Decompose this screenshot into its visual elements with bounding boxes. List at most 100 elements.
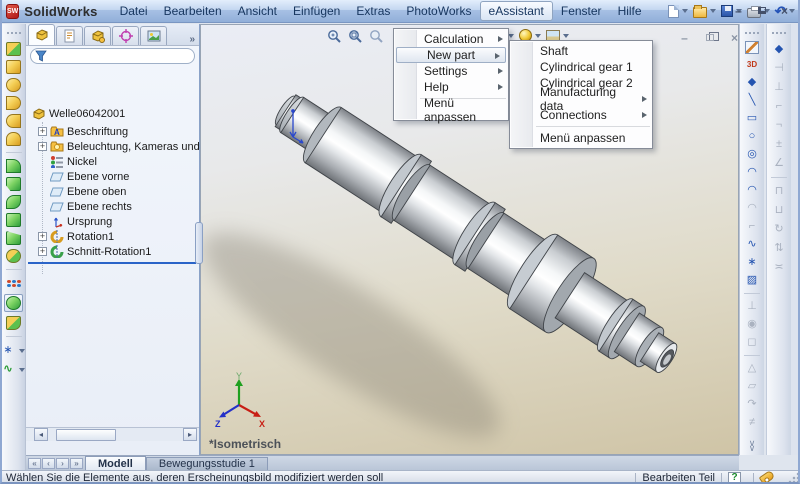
lofted-boss-icon[interactable]	[6, 96, 21, 110]
tab-nav-prev-icon[interactable]: ‹	[42, 458, 55, 469]
menu-item-menue-anpassen[interactable]: Menü anpassen	[394, 102, 508, 118]
tab-configurationmanager[interactable]	[84, 26, 111, 45]
dome-icon[interactable]	[6, 132, 21, 146]
toolbar-more-icon[interactable]: ∨∨	[749, 441, 756, 451]
rectangle-icon[interactable]: ▭	[744, 111, 761, 126]
menu-item-settings[interactable]: Settings	[394, 63, 508, 79]
submenu-item-menue-anpassen[interactable]: Menü anpassen	[510, 130, 652, 146]
scroll-left-icon[interactable]: ◂	[34, 428, 48, 441]
sketch-icon[interactable]	[745, 41, 759, 54]
tab-displaymanager[interactable]	[140, 26, 167, 45]
vertical-ordinate-icon[interactable]: ∠	[771, 156, 788, 171]
quick-tips-help-icon[interactable]: ?	[728, 472, 741, 484]
chamfer-dimension-icon[interactable]: ⊓	[771, 184, 788, 199]
smart-dimension-icon[interactable]: ◆	[744, 75, 761, 90]
menu-extras[interactable]: Extras	[348, 2, 398, 20]
expand-icon[interactable]: +	[38, 142, 47, 151]
3point-arc-icon[interactable]: ◠	[744, 201, 761, 216]
restore-button[interactable]	[754, 4, 769, 17]
mirror-entities-icon[interactable]: ◻	[744, 335, 761, 350]
tree-item-ebene-oben[interactable]: Ebene oben	[26, 184, 199, 199]
tab-nav-first-icon[interactable]: «	[28, 458, 41, 469]
menu-item-new-part[interactable]: New part	[396, 47, 506, 63]
menu-fenster[interactable]: Fenster	[553, 2, 610, 20]
appearance-dropdown-icon[interactable]	[535, 34, 541, 38]
line-icon[interactable]: ╲	[744, 93, 761, 108]
boundary-boss-icon[interactable]	[6, 114, 21, 128]
panel-tabs-overflow[interactable]: »	[189, 34, 195, 45]
menu-einfuegen[interactable]: Einfügen	[285, 2, 348, 20]
angle-dimension-icon[interactable]: ⊔	[771, 203, 788, 218]
submenu-item-connections[interactable]: Connections	[510, 107, 652, 123]
tree-item-ursprung[interactable]: Ursprung	[26, 214, 199, 229]
perimeter-circle-icon[interactable]: ◎	[744, 147, 761, 162]
submenu-item-manufacturing-data[interactable]: Manufacturing data	[510, 91, 652, 107]
reference-geometry-group[interactable]: ∗	[0, 343, 28, 358]
tangent-arc-icon[interactable]: ◠	[744, 183, 761, 198]
point-icon[interactable]: ∗	[744, 255, 761, 270]
appearance-tag-icon[interactable]	[759, 470, 776, 484]
tree-item-schnitt-rotation1[interactable]: + Schnitt-Rotation1	[26, 244, 199, 259]
tree-item-beleuchtung[interactable]: + Beleuchtung, Kameras und Büh	[26, 139, 199, 154]
sketch-fillet-icon[interactable]: ⌐	[744, 219, 761, 234]
tree-item-ebene-vorne[interactable]: Ebene vorne	[26, 169, 199, 184]
minimize-button[interactable]: –	[731, 4, 746, 17]
swept-cut-icon[interactable]	[6, 195, 21, 209]
add-relation-icon[interactable]: ⊥	[744, 299, 761, 314]
resize-grip[interactable]	[788, 472, 800, 484]
display-relations-icon[interactable]: ◉	[744, 317, 761, 332]
revolved-boss-icon[interactable]	[6, 60, 21, 74]
offset-entities-icon[interactable]: ↷	[744, 397, 761, 412]
tree-filter-input[interactable]	[30, 48, 195, 64]
tab-dimxpertmanager[interactable]	[112, 26, 139, 45]
menu-eassistant[interactable]: eAssistant	[480, 1, 553, 21]
chamfer-icon[interactable]	[6, 177, 21, 191]
fillet-icon[interactable]	[6, 159, 21, 173]
tree-item-rotation1[interactable]: + Rotation1	[26, 229, 199, 244]
tab-nav-last-icon[interactable]: »	[70, 458, 83, 469]
new-document-icon[interactable]	[668, 5, 679, 18]
ordinate-dimension-icon[interactable]: ¬	[771, 118, 788, 133]
tab-modell[interactable]: Modell	[85, 456, 146, 470]
close-button[interactable]: ×	[777, 4, 792, 17]
tab-propertymanager[interactable]	[56, 26, 83, 45]
open-dropdown-icon[interactable]	[710, 9, 716, 13]
horizontal-ordinate-icon[interactable]: ±	[771, 137, 788, 152]
menu-item-calculation[interactable]: Calculation	[394, 31, 508, 47]
toolbar-grip[interactable]	[7, 32, 21, 35]
new-dropdown-icon[interactable]	[682, 9, 688, 13]
tree-item-ebene-rechts[interactable]: Ebene rechts	[26, 199, 199, 214]
open-folder-icon[interactable]	[693, 7, 707, 18]
align-dimension-icon[interactable]: ≍	[771, 260, 788, 275]
linear-pattern-icon[interactable]	[6, 276, 21, 290]
menu-datei[interactable]: Datei	[112, 2, 156, 20]
toolbar-grip[interactable]	[745, 32, 759, 35]
circular-pattern-button[interactable]	[4, 294, 23, 312]
scroll-right-icon[interactable]: ▸	[183, 428, 197, 441]
shell-icon[interactable]	[6, 316, 21, 330]
draft-icon[interactable]	[6, 249, 21, 263]
tree-item-beschriftung[interactable]: + A Beschriftung	[26, 124, 199, 139]
convert-entities-icon[interactable]: ▱	[744, 379, 761, 394]
expand-icon[interactable]: +	[38, 232, 47, 241]
centerpoint-arc-icon[interactable]: ◠	[744, 165, 761, 180]
swept-boss-icon[interactable]	[6, 78, 21, 92]
vertical-dimension-icon[interactable]: ⊥	[771, 80, 788, 95]
horizontal-dimension-icon[interactable]: ⊣	[771, 61, 788, 76]
tab-nav-next-icon[interactable]: ›	[56, 458, 69, 469]
tab-featuremanager[interactable]	[28, 24, 55, 45]
submenu-item-cylindrical-gear-1[interactable]: Cylindrical gear 1	[510, 59, 652, 75]
menu-photoworks[interactable]: PhotoWorks	[398, 2, 479, 20]
tree-item-nickel[interactable]: Nickel	[26, 154, 199, 169]
spline-icon[interactable]: ∿	[744, 237, 761, 252]
panel-horizontal-scrollbar[interactable]: ◂ ▸	[26, 427, 199, 441]
hatch-icon[interactable]: ▨	[744, 273, 761, 288]
extruded-boss-icon[interactable]	[6, 42, 21, 56]
rollback-bar[interactable]	[28, 262, 196, 264]
scroll-thumb[interactable]	[56, 429, 116, 441]
doc-restore-button[interactable]	[702, 31, 717, 44]
panel-splitter-handle[interactable]	[195, 222, 203, 264]
path-dimension-icon[interactable]: ↻	[771, 222, 788, 237]
zoom-to-fit-icon[interactable]	[327, 29, 342, 44]
tab-bewegungsstudie-1[interactable]: Bewegungsstudie 1	[146, 457, 268, 470]
